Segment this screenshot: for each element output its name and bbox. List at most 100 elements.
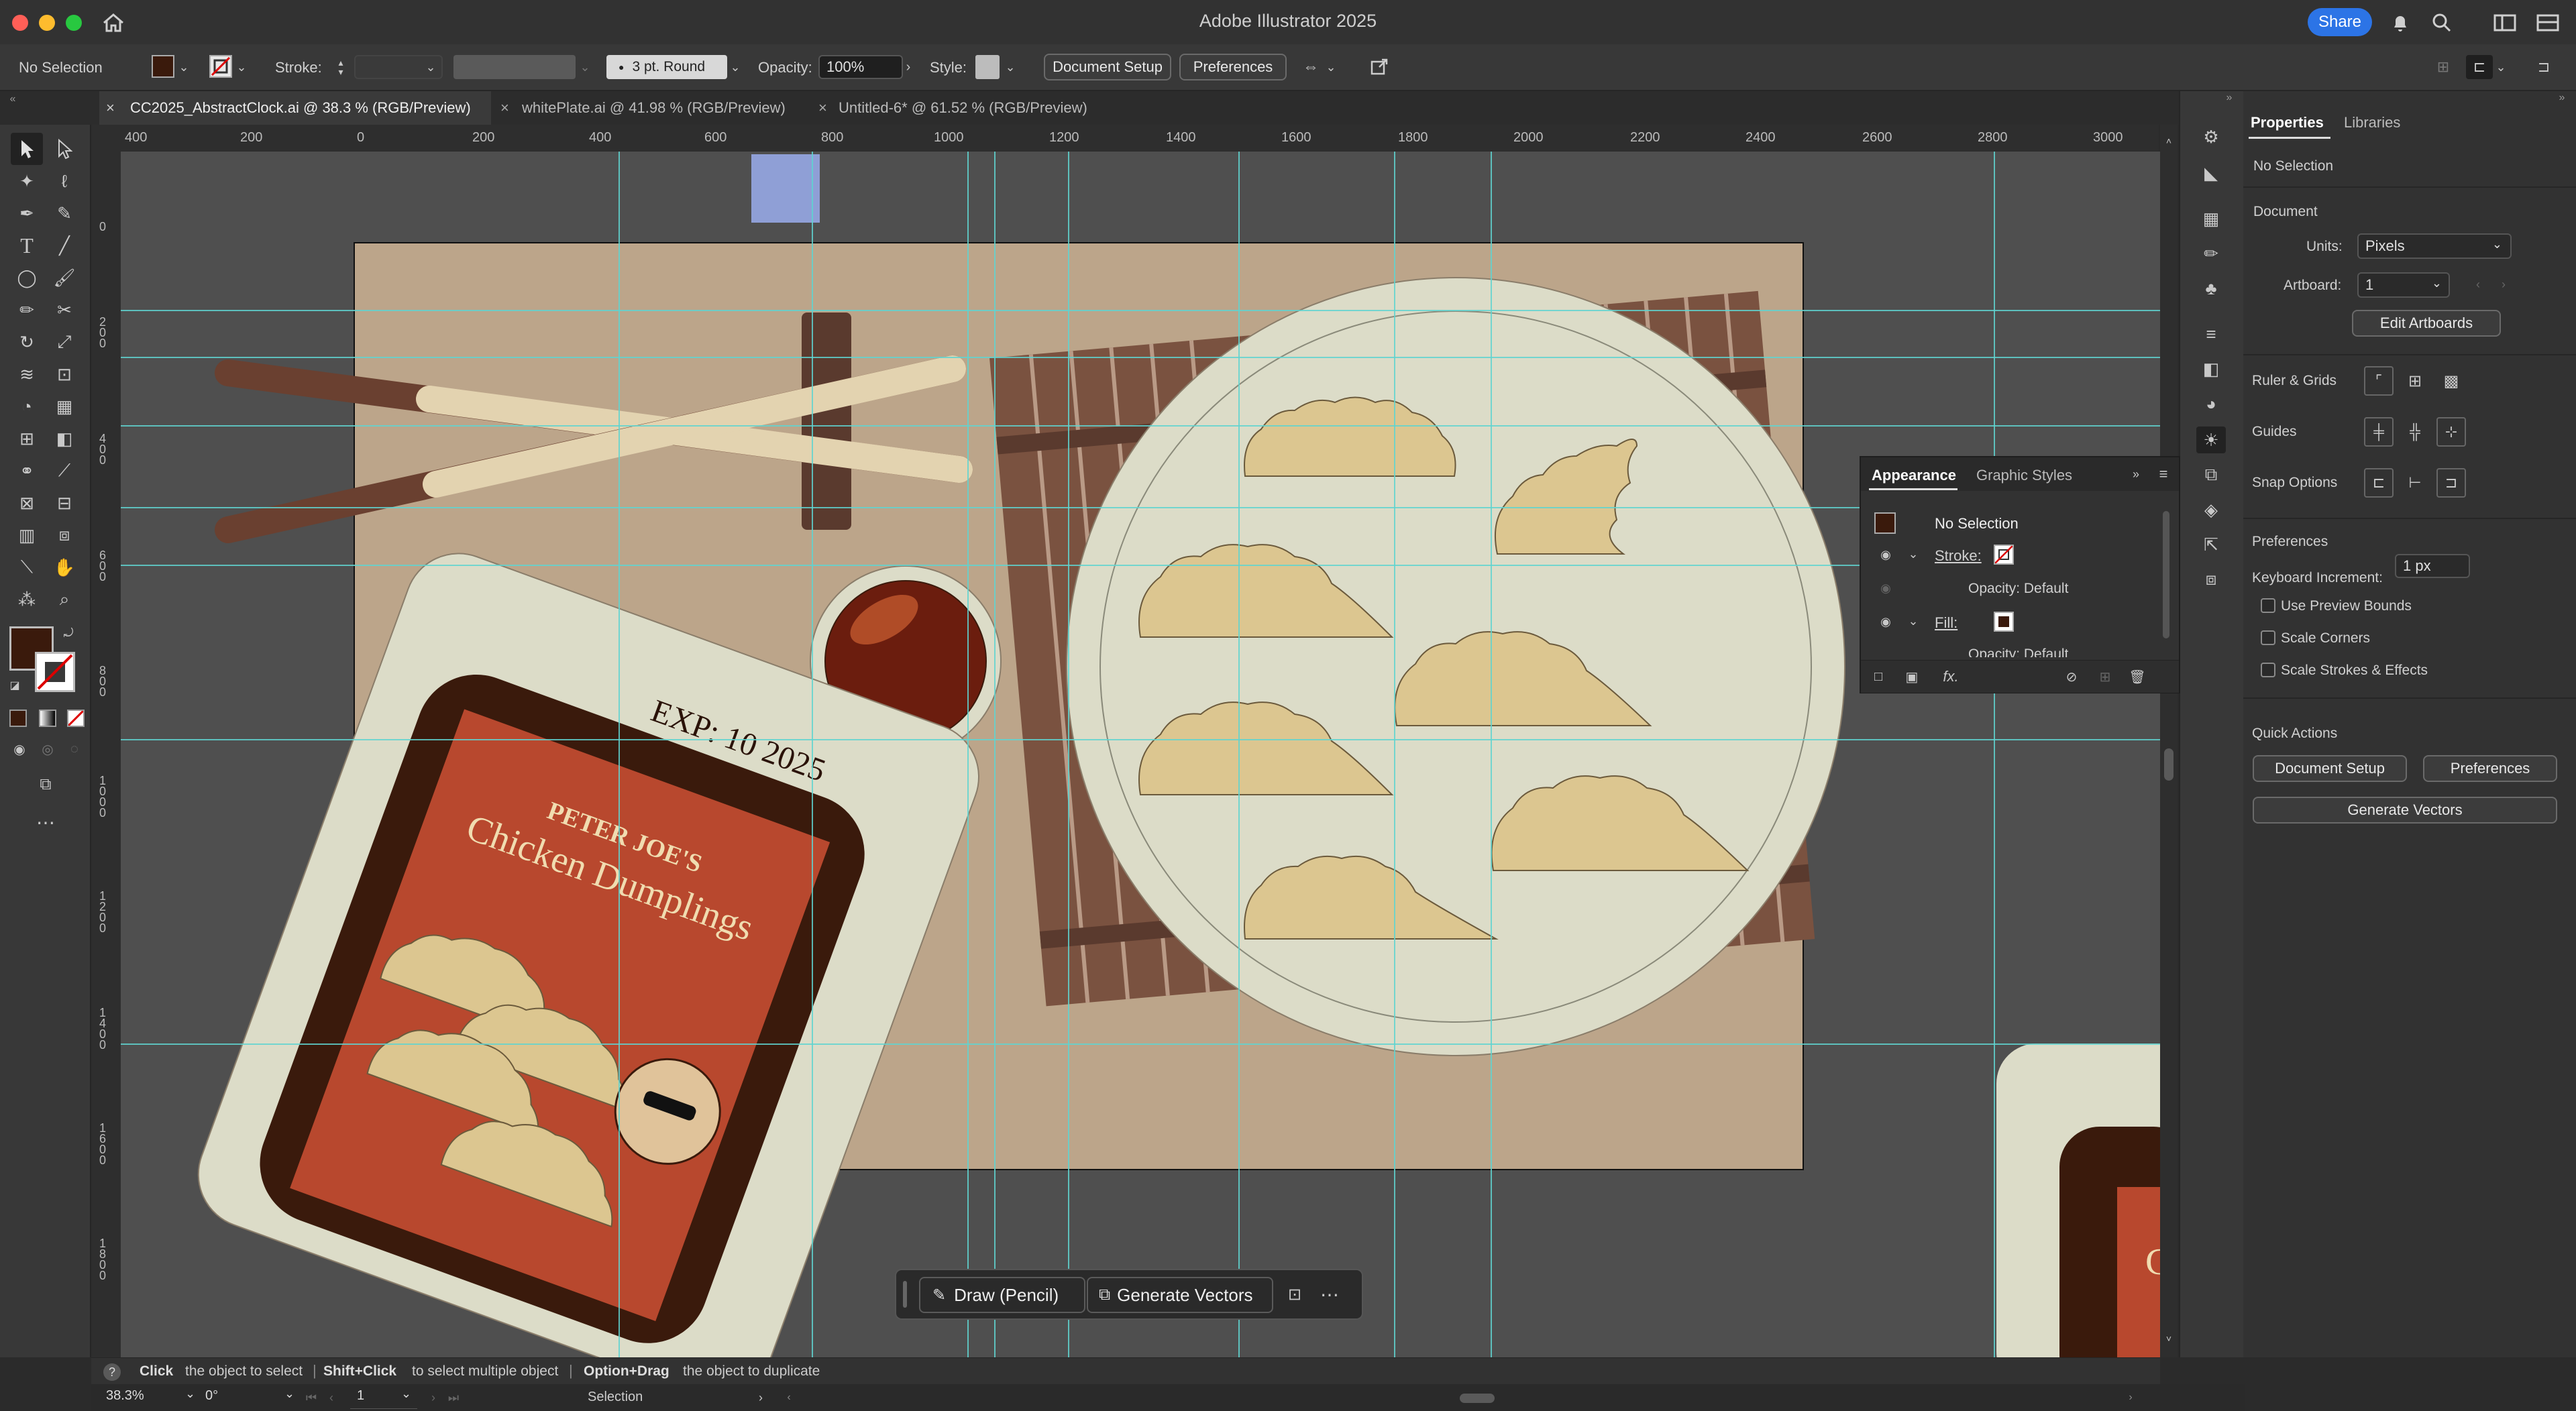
smart-guides-icon[interactable]: ⊹: [2436, 417, 2466, 447]
zoom-tool-icon[interactable]: ⌕: [48, 583, 80, 616]
chevron-down-icon[interactable]: ⌄: [578, 58, 592, 76]
add-fill-icon[interactable]: ▣: [1902, 667, 1921, 686]
document-setup-button[interactable]: Document Setup: [1044, 54, 1171, 80]
draw-pencil-button[interactable]: ✎ Draw (Pencil): [919, 1277, 1085, 1313]
none-mode-icon[interactable]: [67, 710, 85, 727]
stroke-attribute-swatch[interactable]: [1994, 545, 2014, 565]
scroll-up-icon[interactable]: ˄: [2160, 134, 2178, 148]
arrange-documents-icon[interactable]: [2533, 9, 2563, 36]
selection-fill-swatch[interactable]: [1874, 512, 1896, 534]
scroll-thumb[interactable]: [2164, 748, 2174, 781]
fill-attribute-swatch[interactable]: [1994, 612, 2014, 632]
chevron-down-icon[interactable]: ⌄: [1907, 613, 1920, 629]
tab-graphic-styles[interactable]: Graphic Styles: [1976, 467, 2072, 484]
guide-line[interactable]: [1238, 152, 1240, 1357]
guide-line[interactable]: [994, 152, 996, 1357]
more-tools-icon[interactable]: ⋯: [30, 810, 62, 834]
fill-swatch[interactable]: [152, 55, 174, 78]
pen-tool-icon[interactable]: ✒: [11, 197, 43, 229]
guide-line[interactable]: [121, 565, 2160, 566]
dock-collapse-icon[interactable]: »: [2220, 91, 2238, 105]
close-window-button[interactable]: [12, 15, 28, 31]
fill-attribute-label[interactable]: Fill:: [1935, 614, 1957, 632]
variable-width-profile[interactable]: [453, 55, 576, 79]
curvature-tool-icon[interactable]: ✎: [48, 197, 80, 229]
previous-artboard-icon[interactable]: ‹: [2471, 275, 2485, 294]
lock-guides-icon[interactable]: ╬: [2400, 417, 2430, 447]
default-colors-icon[interactable]: ◪: [7, 677, 23, 693]
scroll-down-icon[interactable]: ˅: [2160, 1332, 2178, 1345]
add-effect-icon[interactable]: fx.: [1937, 667, 1964, 686]
transparency-grid-icon[interactable]: ▩: [2436, 366, 2466, 396]
blend-tool-icon[interactable]: ⚭: [11, 455, 43, 487]
keyboard-increment-field[interactable]: 1 px: [2395, 554, 2470, 578]
chevron-down-icon[interactable]: ⌄: [177, 58, 191, 76]
hand-tool-icon[interactable]: ✋: [48, 551, 80, 583]
free-transform-tool-icon[interactable]: ⊡: [48, 358, 80, 390]
maximize-window-button[interactable]: [66, 15, 82, 31]
chevron-down-icon[interactable]: ⌄: [2494, 58, 2508, 76]
artboards-panel-icon[interactable]: ⧉: [2196, 461, 2226, 488]
close-tab-icon[interactable]: ×: [106, 99, 115, 117]
home-icon[interactable]: [98, 9, 129, 36]
screen-mode-icon[interactable]: ⧉: [30, 773, 62, 797]
guide-line[interactable]: [121, 310, 2160, 311]
scroll-right-icon[interactable]: ›: [2124, 1391, 2137, 1404]
chevron-right-icon[interactable]: ›: [902, 58, 915, 76]
guide-line[interactable]: [121, 507, 2160, 508]
quick-generate-vectors-button[interactable]: Generate Vectors: [2253, 797, 2557, 824]
live-paint-tool-icon[interactable]: ⊠: [11, 487, 43, 519]
drag-handle-icon[interactable]: [903, 1281, 907, 1308]
more-options-icon[interactable]: ⋯: [1316, 1281, 1343, 1308]
add-stroke-icon[interactable]: □: [1869, 667, 1888, 686]
draw-behind-icon[interactable]: ◎: [38, 739, 58, 759]
tab-abstract-clock[interactable]: × CC2025_AbstractClock.ai @ 38.3 % (RGB/…: [99, 91, 491, 125]
guide-line[interactable]: [121, 1043, 2160, 1045]
swap-colors-icon[interactable]: ⤾: [60, 625, 76, 641]
artboard-tool-icon[interactable]: ⧈: [48, 519, 80, 551]
vertical-scrollbar[interactable]: ˄ ˅: [2160, 125, 2178, 1357]
color-mode-icon[interactable]: [9, 710, 27, 727]
clear-appearance-icon[interactable]: ⊘: [2062, 667, 2081, 686]
duplicate-item-icon[interactable]: ⊞: [2096, 667, 2114, 686]
guide-line[interactable]: [967, 152, 969, 1357]
tab-libraries[interactable]: Libraries: [2344, 114, 2400, 131]
gradient-panel-icon[interactable]: ◧: [2196, 355, 2226, 382]
chevron-down-icon[interactable]: ⌄: [1907, 546, 1920, 562]
symbol-sprayer-tool-icon[interactable]: ⁂: [11, 583, 43, 616]
align-menu-icon[interactable]: ⇔: [1297, 55, 1324, 79]
chevron-down-icon[interactable]: ⌄: [424, 58, 437, 76]
export-panel-icon[interactable]: ⇱: [2196, 531, 2226, 558]
use-preview-bounds-label[interactable]: Use Preview Bounds: [2281, 598, 2412, 614]
line-tool-icon[interactable]: ╱: [48, 229, 80, 262]
chevron-down-icon[interactable]: ⌄: [1004, 58, 1017, 76]
transparency-panel-icon[interactable]: ◕: [2196, 390, 2226, 417]
search-icon[interactable]: [2428, 9, 2455, 36]
zoom-field[interactable]: 38.3% ⌄: [106, 1387, 197, 1408]
visibility-eye-icon[interactable]: ◉: [1877, 614, 1894, 629]
stroke-swatch[interactable]: [209, 55, 232, 78]
guide-line[interactable]: [1394, 152, 1395, 1357]
next-artboard-status-icon[interactable]: ›: [427, 1388, 440, 1407]
perspective-grid-tool-icon[interactable]: ▦: [48, 390, 80, 422]
brushes-list-icon[interactable]: ✏: [2196, 240, 2226, 267]
guide-line[interactable]: [1491, 152, 1492, 1357]
use-preview-bounds-checkbox[interactable]: [2261, 598, 2275, 613]
stroke-opacity-label[interactable]: Opacity: Default: [1968, 581, 2068, 597]
help-icon[interactable]: ?: [103, 1363, 121, 1381]
shaper-tool-icon[interactable]: ✏: [11, 294, 43, 326]
visibility-eye-icon[interactable]: ◉: [1877, 581, 1894, 596]
minimize-window-button[interactable]: [39, 15, 55, 31]
guide-line[interactable]: [812, 152, 813, 1357]
brush-definition[interactable]: ● 3 pt. Round: [606, 55, 727, 79]
draw-normal-icon[interactable]: ◉: [9, 739, 30, 759]
width-tool-icon[interactable]: ≋: [11, 358, 43, 390]
generate-vectors-button[interactable]: ⧉ Generate Vectors: [1087, 1277, 1273, 1313]
panel-arrange-icon[interactable]: ⊞: [2431, 55, 2455, 79]
swatches-panel-icon[interactable]: ▦: [2196, 205, 2226, 232]
quick-document-setup-button[interactable]: Document Setup: [2253, 755, 2407, 782]
collapse-right-icon[interactable]: »: [2553, 91, 2571, 105]
mesh-tool-icon[interactable]: ⊞: [11, 422, 43, 455]
layers-panel-icon[interactable]: ◈: [2196, 496, 2226, 523]
tab-properties[interactable]: Properties: [2251, 114, 2324, 131]
